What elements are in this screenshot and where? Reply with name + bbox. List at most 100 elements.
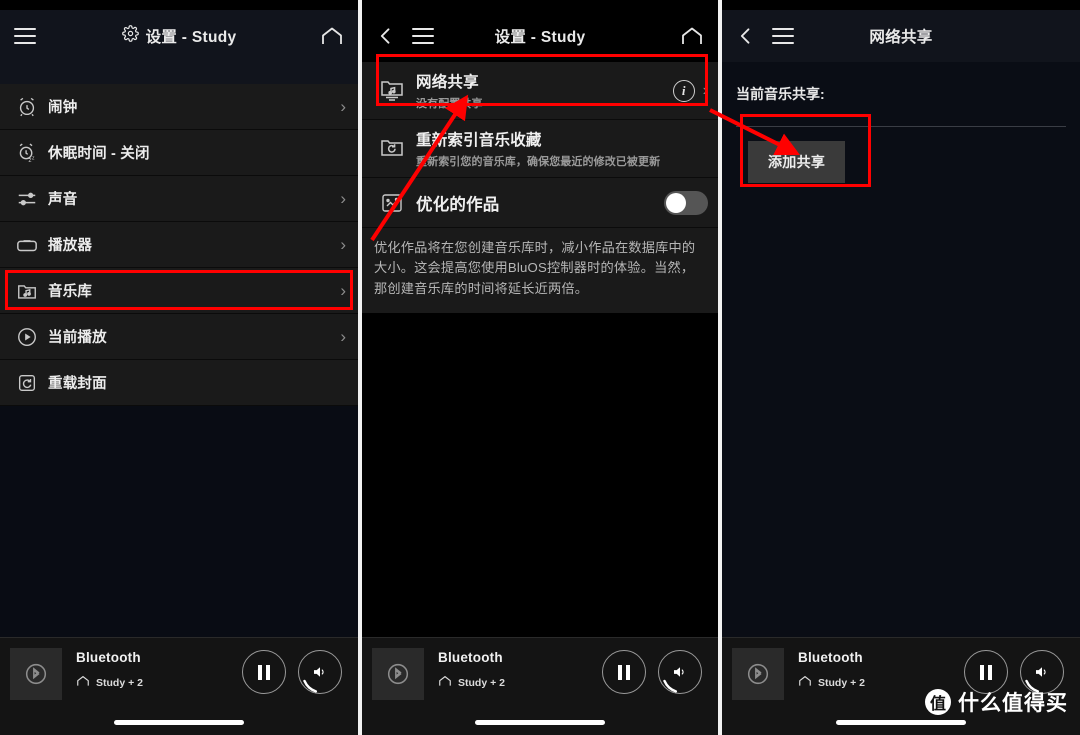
chevron-right-icon: › — [340, 235, 346, 254]
player-bar-1: Bluetooth Study + 2 — [0, 637, 358, 735]
sidebar-item-sleep-timer[interactable]: z z 休眠时间 - 关闭 — [0, 130, 358, 176]
home-icon[interactable] — [320, 26, 344, 46]
hamburger-icon[interactable] — [14, 28, 36, 44]
home-indicator — [114, 720, 244, 725]
player-controls-2 — [602, 648, 706, 694]
player-icon — [10, 234, 44, 256]
panel1-header: 设置 - Study — [0, 10, 358, 62]
alarm-clock-icon — [10, 96, 44, 118]
home-icon — [798, 674, 812, 692]
sidebar-item-label: 当前播放 — [48, 330, 107, 346]
player-bar-2: Bluetooth Study + 2 — [362, 637, 718, 735]
list-item-title: 网络共享 — [416, 74, 479, 91]
player-zone-label: Study + 2 — [96, 677, 143, 689]
panel3-header: 网络共享 — [722, 10, 1080, 62]
player-zone: Study + 2 — [798, 674, 865, 692]
sidebar-item-music-library[interactable]: 音乐库 › — [0, 268, 358, 314]
optimize-artwork-description: 优化作品将在您创建音乐库时，减小作品在数据库中的大小。这会提高您使用BluOS控… — [362, 228, 718, 314]
optimize-toggle-wrap — [664, 190, 708, 215]
player-meta-1: Bluetooth Study + 2 — [76, 648, 143, 692]
network-share-body: 当前音乐共享: 添加共享 — [722, 62, 1080, 183]
home-icon[interactable] — [680, 26, 704, 46]
chevron-right-icon: › — [340, 327, 346, 346]
info-icon[interactable]: i — [672, 79, 695, 102]
player-zone: Study + 2 — [76, 674, 143, 692]
home-icon — [76, 674, 90, 692]
sidebar-item-label: 重载封面 — [48, 376, 107, 392]
current-shares-label: 当前音乐共享: — [736, 86, 825, 102]
pause-button[interactable] — [964, 650, 1008, 694]
gear-icon — [121, 25, 139, 47]
player-source: Bluetooth — [798, 650, 863, 665]
home-icon — [438, 674, 452, 692]
sidebar-item-reload-artwork[interactable]: 重载封面 — [0, 360, 358, 406]
player-zone-label: Study + 2 — [458, 677, 505, 689]
player-meta-2: Bluetooth Study + 2 — [438, 648, 505, 692]
sidebar-item-player[interactable]: 播放器 › — [0, 222, 358, 268]
network-share-texts: 网络共享 没有配置共享 — [416, 70, 483, 111]
list-item-title: 优化的作品 — [416, 195, 500, 214]
hamburger-icon[interactable] — [412, 28, 434, 44]
player-meta-3: Bluetooth Study + 2 — [798, 648, 865, 692]
network-share-icon — [372, 78, 412, 104]
bluetooth-icon — [10, 648, 62, 700]
page-title: 设置 - Study — [494, 29, 586, 46]
panel-separator-1 — [358, 0, 362, 735]
network-share-panel: 网络共享 当前音乐共享: 添加共享 Bluetooth Study + 2 值 … — [722, 0, 1080, 735]
sidebar-item-label: 声音 — [48, 192, 78, 208]
list-item-optimize-artwork[interactable]: 优化的作品 — [362, 178, 718, 228]
music-folder-icon — [10, 280, 44, 302]
volume-button[interactable] — [298, 650, 342, 694]
back-arrow-icon[interactable] — [736, 25, 756, 47]
sidebar-item-label: 播放器 — [48, 238, 93, 254]
panel-separator-2 — [718, 0, 722, 735]
home-indicator — [836, 720, 966, 725]
back-arrow-icon[interactable] — [376, 25, 396, 47]
shares-divider — [736, 126, 1066, 127]
panel2-header: 设置 - Study — [362, 10, 718, 62]
sidebar-item-now-playing[interactable]: 当前播放 › — [0, 314, 358, 360]
sleep-timer-icon: z z — [10, 142, 44, 164]
chevron-right-icon: › — [702, 81, 708, 99]
sidebar-item-label: 音乐库 — [48, 284, 93, 300]
sidebar-item-label: 闹钟 — [48, 100, 78, 116]
list-item-subtitle: 没有配置共享 — [416, 98, 483, 110]
svg-text:z: z — [28, 157, 31, 164]
reload-icon — [10, 372, 44, 394]
pause-button[interactable] — [602, 650, 646, 694]
list-item-network-share[interactable]: 网络共享 没有配置共享 i › — [362, 62, 718, 120]
hamburger-icon[interactable] — [772, 28, 794, 44]
sidebar-item-alarm[interactable]: 闹钟 › — [0, 84, 358, 130]
volume-button[interactable] — [658, 650, 702, 694]
volume-button[interactable] — [1020, 650, 1064, 694]
chevron-right-icon: › — [340, 189, 346, 208]
chevron-right-icon: › — [340, 97, 346, 116]
reindex-texts: 重新索引音乐收藏 重新索引您的音乐库，确保您最近的修改已被更新 — [416, 128, 660, 169]
chevron-right-icon: › — [340, 281, 346, 300]
svg-text:z: z — [32, 155, 35, 161]
player-bar-3: Bluetooth Study + 2 — [722, 637, 1080, 735]
player-controls-3 — [964, 648, 1068, 694]
bluetooth-icon — [372, 648, 424, 700]
list-item-reindex-library[interactable]: 重新索引音乐收藏 重新索引您的音乐库，确保您最近的修改已被更新 — [362, 120, 718, 178]
add-share-button[interactable]: 添加共享 — [748, 141, 846, 183]
status-bar-2 — [362, 0, 718, 10]
list-item-title: 重新索引音乐收藏 — [416, 132, 542, 149]
panel1-header-spacer — [0, 62, 358, 84]
optimize-artwork-toggle[interactable] — [664, 190, 708, 215]
home-indicator — [475, 720, 605, 725]
pause-button[interactable] — [242, 650, 286, 694]
panel1-title-group: 设置 - Study — [0, 25, 358, 47]
bluetooth-icon — [732, 648, 784, 700]
settings-list: 闹钟 › z z 休眠时间 - 关闭 声音 › 播放器 › 音乐库 › 当前播放… — [0, 84, 358, 406]
sidebar-item-sound[interactable]: 声音 › — [0, 176, 358, 222]
player-source: Bluetooth — [438, 650, 503, 665]
network-share-actions: i › — [672, 79, 708, 102]
player-source: Bluetooth — [76, 650, 141, 665]
page-title: 设置 - Study — [145, 29, 237, 46]
settings-panel-1: 设置 - Study 闹钟 › z z 休眠时间 - 关闭 声音 › 播放器 ›… — [0, 0, 358, 735]
screenshot-stage: 设置 - Study 闹钟 › z z 休眠时间 - 关闭 声音 › 播放器 ›… — [0, 0, 1080, 735]
settings-panel-2: 设置 - Study 网络共享 没有配置共享 i › 重新索引音乐收藏 重新索引… — [362, 0, 718, 735]
optimize-texts: 优化的作品 — [416, 191, 500, 215]
list-item-subtitle: 重新索引您的音乐库，确保您最近的修改已被更新 — [416, 156, 661, 168]
